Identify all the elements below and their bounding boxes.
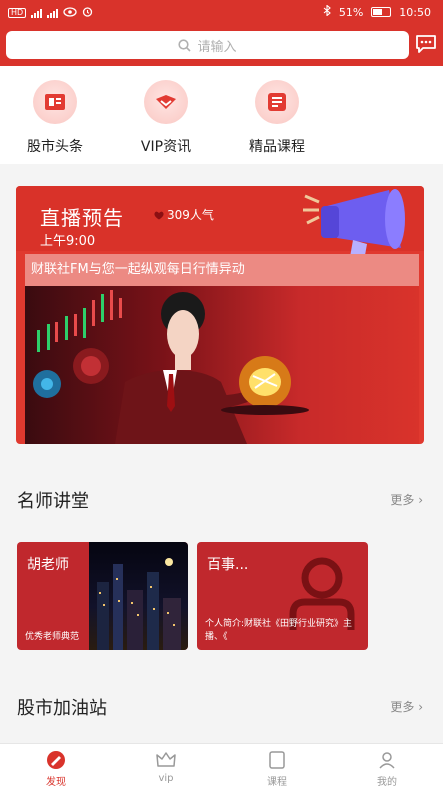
tab-courses[interactable]: 课程: [237, 750, 317, 788]
chevron-right-icon: ›: [418, 700, 423, 714]
teacher-desc: 优秀老师典范: [25, 632, 80, 642]
more-label: 更多: [390, 700, 415, 714]
hd-icon: HD: [8, 8, 27, 18]
clock: 10:50: [399, 5, 431, 19]
search-placeholder: 请输入: [197, 39, 237, 55]
quick-nav-vip-news[interactable]: VIP资讯: [121, 80, 211, 156]
quick-nav: 股市头条 VIP资讯 精品课程: [0, 66, 443, 164]
message-icon[interactable]: [415, 34, 437, 54]
more-label: 更多: [390, 493, 415, 507]
fire-icon: [154, 211, 164, 220]
bluetooth-icon: [323, 4, 331, 19]
live-preview-banner[interactable]: 直播预告 309人气 上午9:00 财联社FM与您一起纵观每日行情异动: [16, 186, 424, 444]
presenter-illustration: [25, 286, 419, 444]
popularity: 309人气: [153, 206, 214, 223]
tab-label: 课程: [267, 777, 287, 788]
banner-title: 直播预告: [40, 206, 124, 230]
teacher-card[interactable]: 胡老师 优秀老师典范: [17, 542, 188, 650]
banner-time: 上午9:00: [40, 234, 96, 249]
quick-nav-premium-courses[interactable]: 精品课程: [232, 80, 322, 156]
battery-icon: [371, 7, 392, 17]
crown-icon: [156, 752, 176, 767]
newspaper-icon: [33, 80, 77, 124]
popularity-count: 309人气: [167, 208, 214, 222]
tab-vip[interactable]: vip: [126, 750, 206, 784]
alarm-icon: [82, 6, 93, 20]
signal-icon: [31, 8, 43, 18]
city-night-image: [89, 542, 188, 650]
user-icon: [379, 752, 395, 769]
quick-nav-label: 股市头条: [27, 139, 83, 155]
teacher-name: 百事...: [207, 557, 249, 573]
status-bar: HD 51% 10:50: [0, 0, 443, 26]
tab-label: 我的: [377, 777, 397, 788]
teacher-name: 胡老师: [27, 557, 69, 573]
bottom-tab-bar: 发现 vip 课程 我的: [0, 743, 443, 793]
quick-nav-label: 精品课程: [249, 139, 305, 155]
chevron-right-icon: ›: [418, 493, 423, 507]
header: 请输入: [0, 26, 443, 66]
signal-icon-2: [47, 8, 59, 18]
banner-subtitle: 财联社FM与您一起纵观每日行情异动: [25, 254, 419, 286]
tab-mine[interactable]: 我的: [347, 750, 427, 788]
quick-nav-stock-headlines[interactable]: 股市头条: [10, 80, 100, 156]
vip-crown-icon: [144, 80, 188, 124]
teachers-section-title: 名师讲堂: [17, 491, 89, 512]
course-icon: [269, 751, 285, 769]
teacher-card[interactable]: 百事... 个人简介:财联社《田野行业研究》主播、《: [197, 542, 368, 650]
tab-label: 发现: [46, 777, 66, 788]
battery-percent: 51%: [338, 5, 364, 19]
station-more-link[interactable]: 更多 ›: [390, 698, 423, 715]
station-section-title: 股市加油站: [17, 698, 107, 719]
course-book-icon: [255, 80, 299, 124]
eye-icon: [63, 6, 77, 20]
discover-icon: [47, 751, 65, 769]
teachers-more-link[interactable]: 更多 ›: [390, 491, 423, 508]
quick-nav-label: VIP资讯: [140, 139, 192, 155]
tab-discover[interactable]: 发现: [16, 750, 96, 788]
tab-label: vip: [158, 773, 174, 784]
search-input[interactable]: 请输入: [6, 31, 409, 59]
teacher-desc: 个人简介:财联社《田野行业研究》主播、《: [205, 619, 353, 642]
search-icon: [178, 38, 192, 52]
